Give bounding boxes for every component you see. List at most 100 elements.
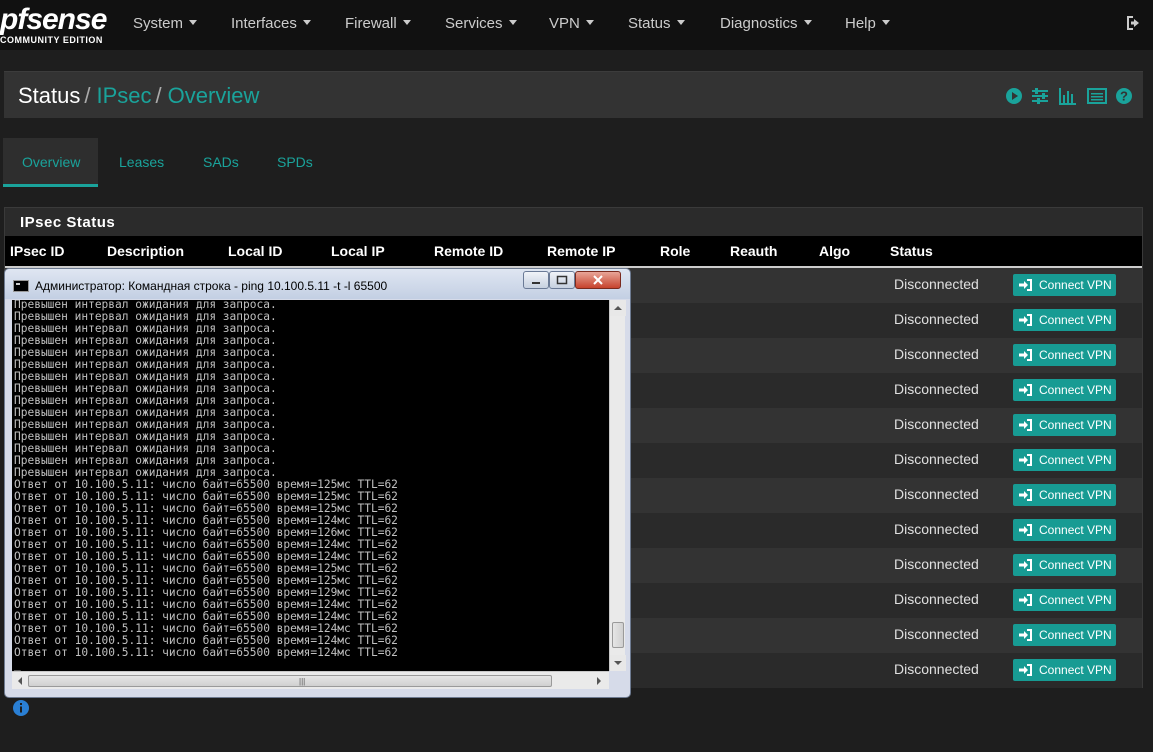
connect-vpn-label: Connect VPN [1039, 383, 1112, 397]
status-text: Disconnected [894, 661, 979, 677]
connect-vpn-button[interactable]: Connect VPN [1013, 519, 1116, 541]
table-header: IPsec ID Description Local ID Local IP R… [5, 236, 1142, 268]
close-button[interactable] [575, 271, 621, 289]
horizontal-scroll-thumb[interactable]: ||| [28, 675, 552, 687]
chevron-down-icon [803, 20, 812, 25]
cmd-titlebar[interactable]: Администратор: Командная строка - ping 1… [5, 269, 630, 299]
tab-sads[interactable]: SADs [203, 138, 239, 187]
pfsense-logo[interactable]: pfsense COMMUNITY EDITION [0, 4, 110, 46]
nav-vpn[interactable]: VPN [549, 15, 594, 32]
breadcrumb-ipsec-link[interactable]: IPsec [97, 83, 152, 108]
cmd-window[interactable]: Администратор: Командная строка - ping 1… [4, 268, 631, 698]
scroll-down-icon[interactable] [610, 655, 626, 671]
connect-vpn-button[interactable]: Connect VPN [1013, 414, 1116, 436]
col-description: Description [107, 243, 185, 259]
col-remote-id: Remote ID [434, 243, 504, 259]
breadcrumb-overview-link[interactable]: Overview [168, 83, 260, 108]
sign-in-icon [1018, 452, 1034, 468]
svg-text:?: ? [1120, 89, 1128, 104]
grip-icon: ||| [299, 677, 306, 686]
nav-interfaces-label: Interfaces [231, 15, 297, 32]
connect-vpn-label: Connect VPN [1039, 523, 1112, 537]
nav-services[interactable]: Services [445, 15, 517, 32]
breadcrumb-status: Status [18, 83, 81, 108]
logo-sub-text: COMMUNITY EDITION [0, 35, 103, 45]
nav-firewall[interactable]: Firewall [345, 15, 411, 32]
connect-vpn-button[interactable]: Connect VPN [1013, 624, 1116, 646]
sliders-icon[interactable] [1030, 86, 1050, 106]
nav-help-label: Help [845, 15, 876, 32]
list-icon[interactable] [1087, 86, 1107, 106]
connect-vpn-button[interactable]: Connect VPN [1013, 309, 1116, 331]
cmd-line: Ответ от 10.100.5.11: число байт=65500 в… [14, 646, 398, 659]
col-algo: Algo [819, 243, 851, 259]
connect-vpn-button[interactable]: Connect VPN [1013, 589, 1116, 611]
connect-vpn-label: Connect VPN [1039, 453, 1112, 467]
nav-services-label: Services [445, 15, 503, 32]
nav-interfaces[interactable]: Interfaces [231, 15, 311, 32]
nav-diagnostics-label: Diagnostics [720, 15, 798, 32]
tab-spds[interactable]: SPDs [277, 138, 313, 187]
col-remote-ip: Remote IP [547, 243, 616, 259]
sign-in-icon [1018, 662, 1034, 678]
cmd-line: _ [14, 658, 21, 671]
status-text: Disconnected [894, 381, 979, 397]
status-text: Disconnected [894, 591, 979, 607]
sign-in-icon [1018, 382, 1034, 398]
connect-vpn-button[interactable]: Connect VPN [1013, 344, 1116, 366]
connect-vpn-label: Connect VPN [1039, 418, 1112, 432]
terminal-icon [13, 280, 29, 292]
nav-diagnostics[interactable]: Diagnostics [720, 15, 812, 32]
status-text: Disconnected [894, 416, 979, 432]
connect-vpn-label: Connect VPN [1039, 278, 1112, 292]
connect-vpn-button[interactable]: Connect VPN [1013, 659, 1116, 681]
tab-leases[interactable]: Leases [119, 138, 164, 187]
scroll-up-icon[interactable] [610, 300, 626, 316]
col-local-id: Local ID [228, 243, 283, 259]
play-icon[interactable] [1004, 86, 1024, 106]
nav-help[interactable]: Help [845, 15, 890, 32]
scroll-right-icon[interactable] [593, 674, 605, 688]
sign-in-icon [1018, 487, 1034, 503]
scroll-left-icon[interactable] [14, 674, 26, 688]
status-text: Disconnected [894, 346, 979, 362]
info-icon[interactable] [12, 699, 30, 717]
chevron-down-icon [676, 20, 685, 25]
maximize-button[interactable] [549, 271, 575, 289]
minimize-button[interactable] [523, 271, 549, 289]
status-text: Disconnected [894, 451, 979, 467]
chevron-down-icon [189, 20, 198, 25]
sign-in-icon [1018, 592, 1034, 608]
logo-main-text: pfsense [0, 3, 107, 36]
sign-in-icon [1018, 557, 1034, 573]
sign-in-icon [1018, 312, 1034, 328]
connect-vpn-button[interactable]: Connect VPN [1013, 484, 1116, 506]
col-ipsec-id: IPsec ID [10, 243, 65, 259]
top-navbar: pfsense COMMUNITY EDITION System Interfa… [0, 0, 1153, 50]
tab-overview[interactable]: Overview [3, 138, 98, 187]
col-local-ip: Local IP [331, 243, 385, 259]
connect-vpn-button[interactable]: Connect VPN [1013, 274, 1116, 296]
nav-status[interactable]: Status [628, 15, 685, 32]
connect-vpn-label: Connect VPN [1039, 348, 1112, 362]
breadcrumb-separator: / [84, 83, 91, 108]
vertical-scroll-thumb[interactable] [612, 622, 624, 648]
status-text: Disconnected [894, 486, 979, 502]
connect-vpn-button[interactable]: Connect VPN [1013, 379, 1116, 401]
connect-vpn-label: Connect VPN [1039, 558, 1112, 572]
help-icon[interactable]: ? [1114, 86, 1134, 106]
breadcrumb: Status / IPsec / Overview [18, 83, 259, 109]
status-text: Disconnected [894, 311, 979, 327]
logout-icon[interactable] [1125, 14, 1143, 32]
connect-vpn-button[interactable]: Connect VPN [1013, 449, 1116, 471]
nav-system[interactable]: System [133, 15, 198, 32]
vertical-scrollbar[interactable] [609, 300, 626, 671]
connect-vpn-label: Connect VPN [1039, 593, 1112, 607]
connect-vpn-button[interactable]: Connect VPN [1013, 554, 1116, 576]
chart-icon[interactable] [1057, 86, 1077, 106]
chevron-down-icon [585, 20, 594, 25]
chevron-down-icon [402, 20, 411, 25]
horizontal-scrollbar[interactable]: ||| [12, 671, 609, 689]
connect-vpn-label: Connect VPN [1039, 663, 1112, 677]
cmd-output[interactable]: Превышен интервал ожидания для запроса. П… [12, 300, 609, 671]
